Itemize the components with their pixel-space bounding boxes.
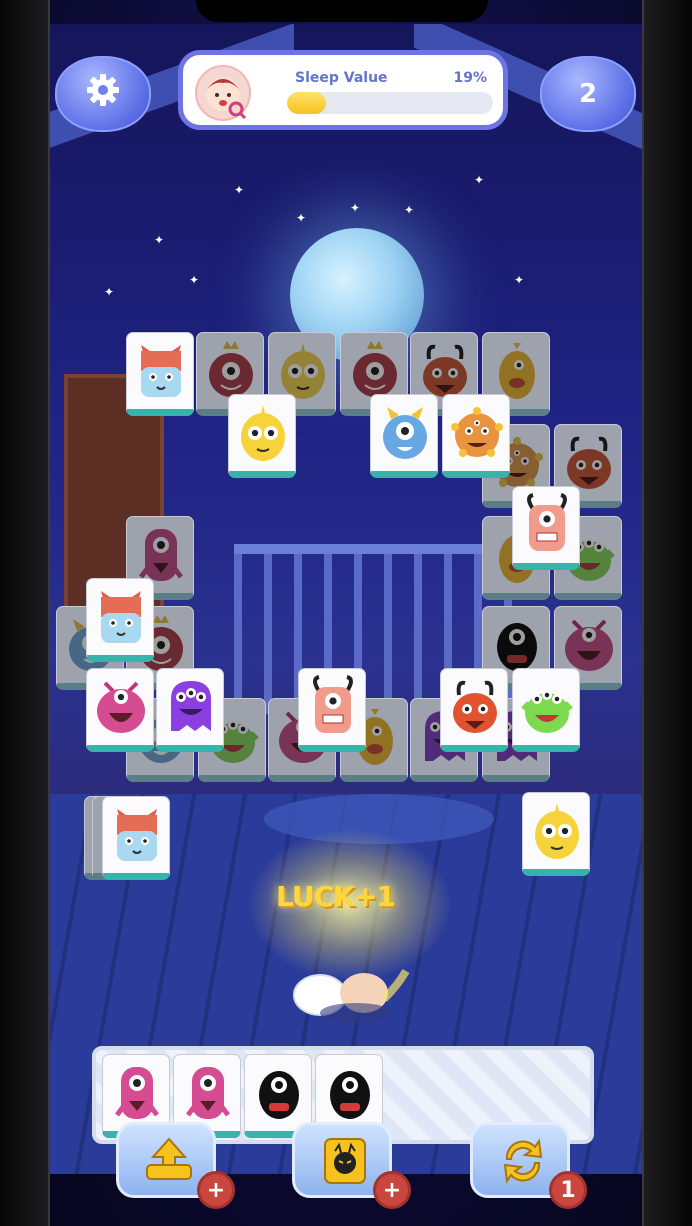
- star: ✦: [296, 211, 307, 225]
- phone-bezel-right: [642, 0, 692, 1226]
- add-badge[interactable]: +: [373, 1171, 411, 1209]
- star: ✦: [154, 233, 165, 247]
- devil-icon: [324, 1138, 366, 1184]
- mahjong-tile-blueHorn[interactable]: [126, 332, 194, 416]
- star: ✦: [404, 203, 415, 217]
- shuffle-booster[interactable]: 1: [470, 1122, 587, 1209]
- shuffle-icon: [503, 1138, 543, 1184]
- count-badge[interactable]: 1: [549, 1171, 587, 1209]
- sleep-progress-fill: [287, 92, 327, 114]
- baby-avatar-icon[interactable]: [195, 65, 251, 121]
- mahjong-tile-pinkOneEye[interactable]: [86, 668, 154, 752]
- mahjong-tile-blueHorn[interactable]: [102, 796, 170, 880]
- star: ✦: [234, 183, 245, 197]
- mahjong-tile-pinkCyclopsHorn[interactable]: [512, 486, 580, 570]
- mahjong-tile-blueCyclops[interactable]: [370, 394, 438, 478]
- sleeping-baby: [293, 968, 410, 1023]
- sleep-progress-bar: [287, 92, 493, 114]
- mahjong-tile-pinkCyclopsHorn[interactable]: [298, 668, 366, 752]
- gear-icon: [87, 74, 119, 106]
- mahjong-tile-greenThree[interactable]: [512, 668, 580, 752]
- star: ✦: [514, 273, 525, 287]
- undo-booster[interactable]: +: [116, 1122, 235, 1209]
- phone-bezel-left: [0, 0, 50, 1226]
- mahjong-tile-yellowBlob[interactable]: [522, 792, 590, 876]
- sleep-value-label: Sleep Value: [295, 70, 388, 86]
- level-counter-button[interactable]: 2: [540, 56, 636, 132]
- star: ✦: [474, 173, 485, 187]
- star: ✦: [104, 285, 115, 299]
- settings-button[interactable]: [55, 56, 151, 132]
- arrow-up-icon: [146, 1137, 192, 1180]
- hint-booster[interactable]: +: [292, 1122, 411, 1209]
- phone-notch: [196, 0, 488, 22]
- add-badge[interactable]: +: [197, 1171, 235, 1209]
- mahjong-tile-purpleGhost[interactable]: [156, 668, 224, 752]
- mahjong-tile-blueHorn[interactable]: [86, 578, 154, 662]
- luck-bonus-text: LUCK+1: [276, 880, 396, 913]
- star: ✦: [350, 201, 361, 215]
- star: ✦: [189, 273, 200, 287]
- phone-frame: ✦ ✦ ✦ ✦ ✦ ✦ ✦ ✦ ✦ Sleep Value 19% 2 LUCK…: [0, 0, 692, 1226]
- mahjong-tile-redHorn[interactable]: [440, 668, 508, 752]
- mahjong-tile-yellowBlob[interactable]: [228, 394, 296, 478]
- sleep-value-panel: Sleep Value 19%: [178, 50, 508, 130]
- sleep-value-percent: 19%: [453, 70, 487, 86]
- mahjong-tile-orangeVirus[interactable]: [442, 394, 510, 478]
